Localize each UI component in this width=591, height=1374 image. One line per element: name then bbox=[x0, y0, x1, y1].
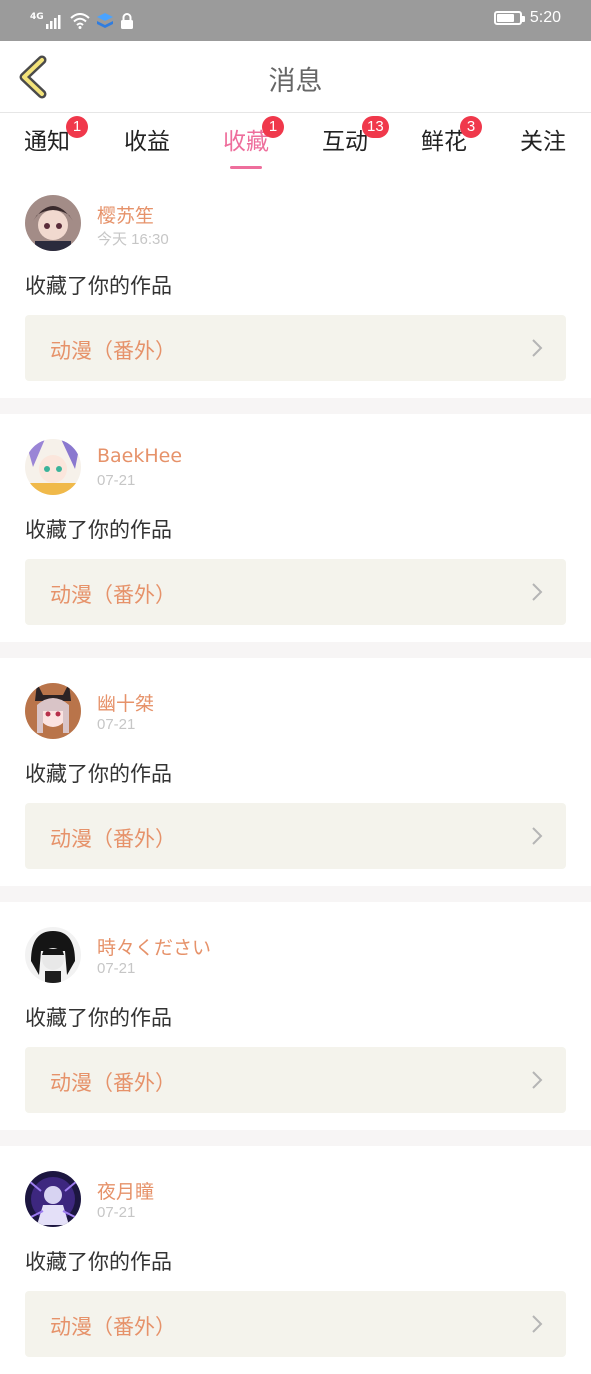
work-title: 动漫（番外） bbox=[50, 339, 176, 363]
timestamp: 07-21 bbox=[97, 960, 136, 977]
divider bbox=[0, 886, 591, 902]
wifi-icon bbox=[69, 13, 90, 29]
chevron-right-icon bbox=[532, 1315, 543, 1333]
list-item: 幽十桀 07-21 收藏了你的作品 动漫（番外） bbox=[0, 658, 591, 886]
list-item: 樱苏笙 今天 16:30 收藏了你的作品 动漫（番外） bbox=[0, 170, 591, 398]
user-name[interactable]: 樱苏笙 bbox=[97, 201, 154, 228]
timestamp: 07-21 bbox=[97, 716, 136, 733]
message-list: 樱苏笙 今天 16:30 收藏了你的作品 动漫（番外） BaekHee 07-2… bbox=[0, 170, 591, 1374]
divider bbox=[0, 642, 591, 658]
timestamp: 今天 16:30 bbox=[97, 231, 169, 248]
work-link[interactable]: 动漫（番外） bbox=[25, 315, 566, 381]
action-text: 收藏了你的作品 bbox=[25, 1006, 172, 1030]
timestamp: 07-21 bbox=[97, 1204, 136, 1221]
list-item: BaekHee 07-21 收藏了你的作品 动漫（番外） bbox=[0, 414, 591, 642]
avatar[interactable] bbox=[25, 195, 81, 251]
chevron-right-icon bbox=[532, 1071, 543, 1089]
tab-flowers[interactable]: 鲜花 3 bbox=[399, 116, 489, 156]
signal-icon bbox=[45, 15, 61, 29]
unread-badge: 1 bbox=[262, 116, 284, 138]
tab-bar: 通知 1 收益 收藏 1 互动 13 鲜花 3 关注 bbox=[0, 112, 591, 170]
tab-interactions[interactable]: 互动 13 bbox=[300, 116, 390, 156]
tab-favorites[interactable]: 收藏 1 bbox=[201, 116, 291, 169]
clock: 5:20 bbox=[529, 9, 561, 26]
avatar[interactable] bbox=[25, 1171, 81, 1227]
tab-label: 互动 bbox=[322, 129, 368, 155]
tab-earnings[interactable]: 收益 bbox=[102, 122, 192, 156]
work-title: 动漫（番外） bbox=[50, 583, 176, 607]
chevron-right-icon bbox=[532, 827, 543, 845]
timestamp: 07-21 bbox=[97, 472, 136, 489]
status-right: 5:20 bbox=[493, 9, 561, 27]
tab-label: 收藏 bbox=[223, 129, 269, 155]
network-type: 4G bbox=[30, 12, 44, 22]
header: 消息 bbox=[0, 41, 591, 113]
status-bar: 4G 5:20 bbox=[0, 0, 591, 41]
tab-label: 鲜花 bbox=[421, 129, 467, 155]
user-name[interactable]: 幽十桀 bbox=[97, 689, 154, 716]
work-title: 动漫（番外） bbox=[50, 827, 176, 851]
avatar[interactable] bbox=[25, 439, 81, 495]
chevron-right-icon bbox=[532, 583, 543, 601]
action-text: 收藏了你的作品 bbox=[25, 1250, 172, 1274]
battery-icon bbox=[493, 11, 525, 25]
unread-badge: 1 bbox=[66, 116, 88, 138]
work-link[interactable]: 动漫（番外） bbox=[25, 803, 566, 869]
tab-label: 收益 bbox=[124, 129, 170, 155]
work-title: 动漫（番外） bbox=[50, 1071, 176, 1095]
action-text: 收藏了你的作品 bbox=[25, 274, 172, 298]
avatar[interactable] bbox=[25, 683, 81, 739]
work-link[interactable]: 动漫（番外） bbox=[25, 1291, 566, 1357]
action-text: 收藏了你的作品 bbox=[25, 518, 172, 542]
app-icon bbox=[96, 13, 113, 28]
unread-badge: 3 bbox=[460, 116, 482, 138]
avatar[interactable] bbox=[25, 927, 81, 983]
user-name[interactable]: 時々ください bbox=[97, 933, 211, 960]
work-link[interactable]: 动漫（番外） bbox=[25, 1047, 566, 1113]
active-tab-indicator bbox=[230, 166, 262, 169]
work-link[interactable]: 动漫（番外） bbox=[25, 559, 566, 625]
action-text: 收藏了你的作品 bbox=[25, 762, 172, 786]
work-title: 动漫（番外） bbox=[50, 1315, 176, 1339]
list-item: 夜月瞳 07-21 收藏了你的作品 动漫（番外） bbox=[0, 1146, 591, 1374]
tab-label: 关注 bbox=[520, 129, 566, 155]
chevron-right-icon bbox=[532, 339, 543, 357]
tab-label: 通知 bbox=[24, 129, 70, 155]
status-left-icons: 4G bbox=[30, 10, 134, 32]
page-title: 消息 bbox=[268, 66, 323, 97]
unread-badge: 13 bbox=[362, 116, 389, 138]
list-item: 時々ください 07-21 收藏了你的作品 动漫（番外） bbox=[0, 902, 591, 1130]
tab-follows[interactable]: 关注 bbox=[498, 122, 588, 156]
divider bbox=[0, 398, 591, 414]
user-name[interactable]: 夜月瞳 bbox=[97, 1177, 154, 1204]
user-name[interactable]: BaekHee bbox=[97, 445, 182, 467]
divider bbox=[0, 1130, 591, 1146]
lock-icon bbox=[120, 12, 133, 29]
tab-notifications[interactable]: 通知 1 bbox=[2, 116, 92, 156]
